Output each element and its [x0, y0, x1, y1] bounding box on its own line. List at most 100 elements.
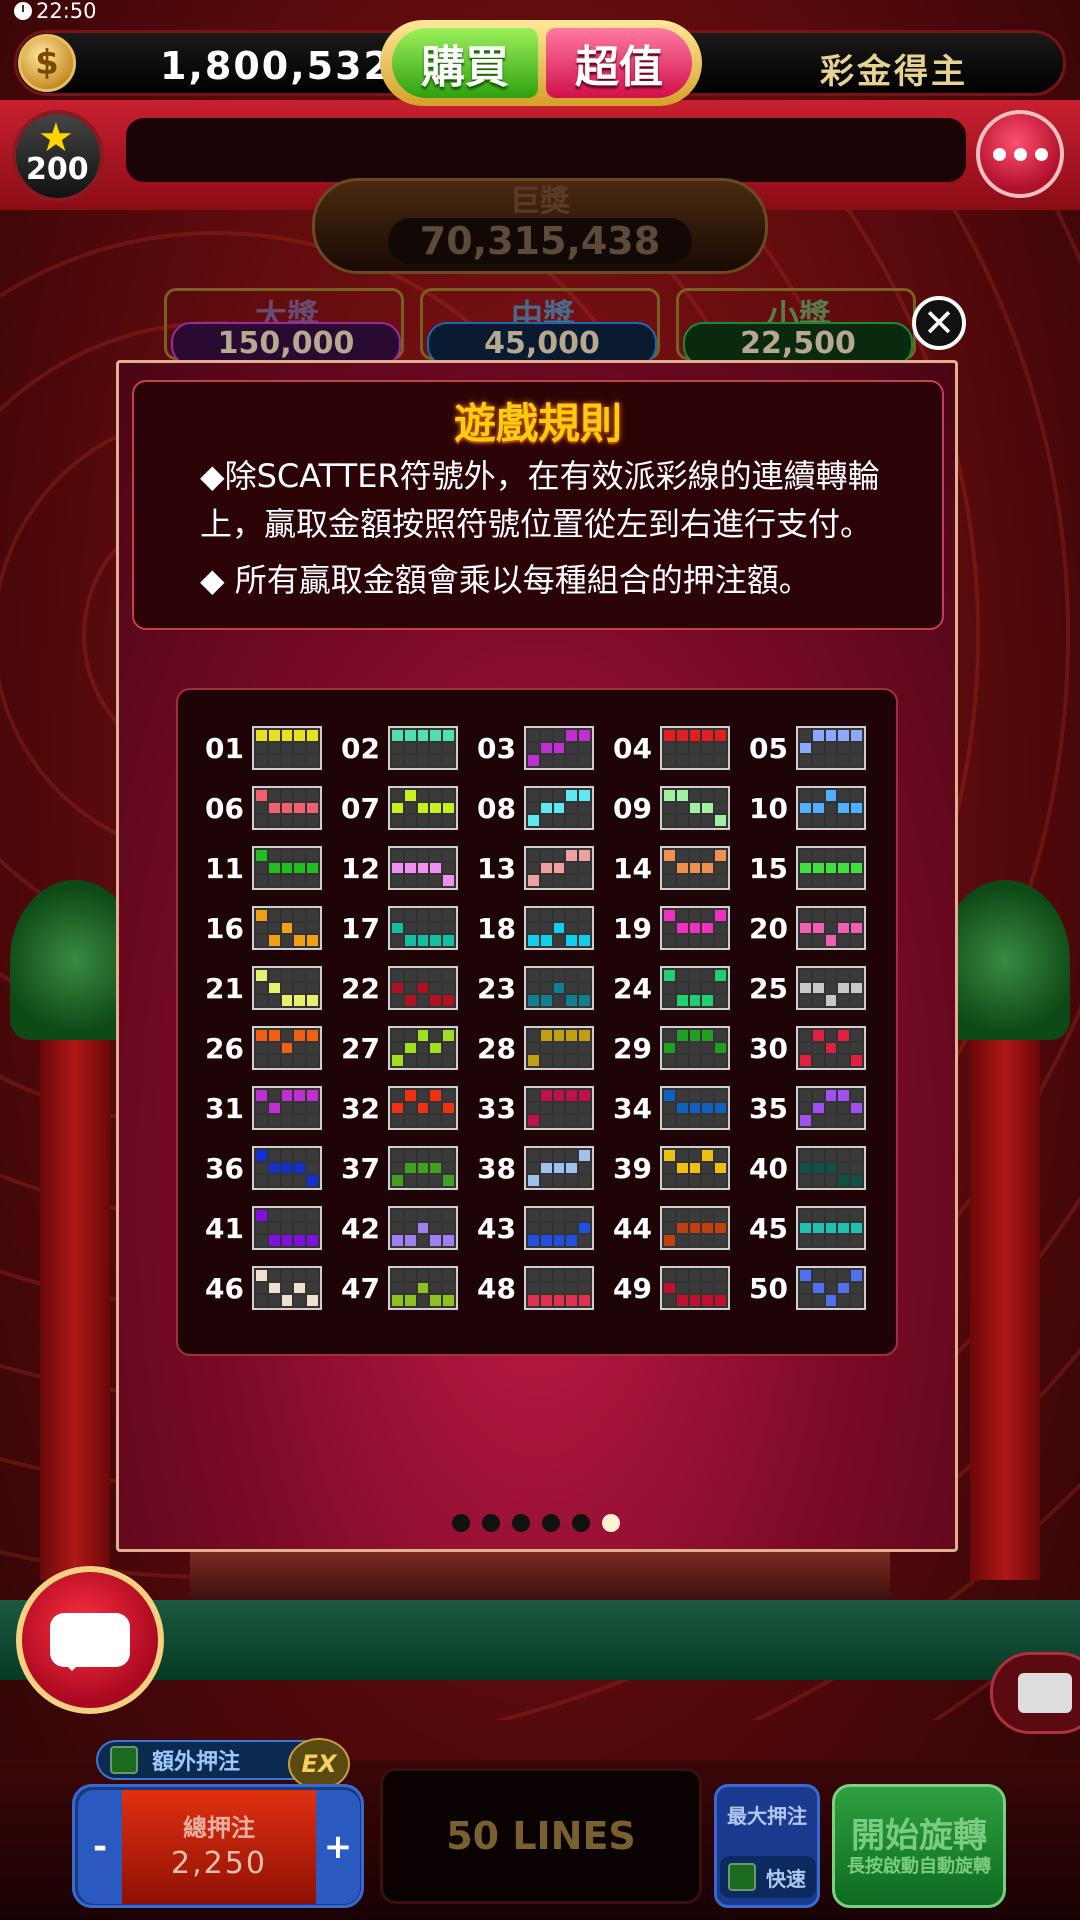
payline-cell	[664, 742, 675, 754]
payline-cell	[404, 875, 416, 886]
payline-cell	[812, 1175, 824, 1186]
lines-display: 50 LINES	[380, 1768, 702, 1904]
payline-cell	[566, 935, 578, 946]
payline-cell	[307, 802, 318, 814]
page-dot[interactable]	[482, 1514, 500, 1532]
payline-cell	[404, 1055, 416, 1066]
payline-cell	[838, 1090, 850, 1101]
payline-cell	[566, 1090, 578, 1101]
payline-cell	[838, 1030, 850, 1041]
increase-bet-button[interactable]: +	[316, 1790, 360, 1904]
payline-cell	[812, 1150, 824, 1161]
payline-item: 50	[740, 1266, 866, 1310]
payline-item: 36	[196, 1146, 322, 1190]
payline-item: 12	[332, 846, 458, 890]
payline-cell	[528, 970, 539, 981]
coin-icon[interactable]: $	[18, 34, 76, 92]
payline-cell	[528, 1055, 539, 1066]
payline-cell	[430, 995, 442, 1006]
payline-cell	[838, 755, 850, 766]
payline-cell	[294, 730, 306, 741]
payline-cell	[825, 1115, 837, 1126]
jackpot-winners-link[interactable]: 彩金得主	[820, 44, 968, 93]
payline-cell	[417, 1102, 429, 1114]
buy-button[interactable]: 購買	[392, 28, 538, 98]
payline-cell	[540, 815, 552, 826]
payline-cell	[404, 1090, 416, 1101]
payline-cell	[579, 790, 590, 801]
payline-cell	[540, 1210, 552, 1221]
payline-diagram	[252, 786, 322, 830]
decrease-bet-button[interactable]: -	[78, 1790, 122, 1904]
payline-cell	[702, 1270, 714, 1281]
chat-button[interactable]	[16, 1566, 164, 1714]
payline-cell	[851, 910, 862, 921]
payline-cell	[443, 862, 454, 874]
payline-cell	[566, 995, 578, 1006]
payline-cell	[676, 1210, 688, 1221]
payline-cell	[256, 995, 267, 1006]
payline-cell	[307, 1222, 318, 1234]
payline-cell	[256, 935, 267, 946]
payline-cell	[307, 1115, 318, 1126]
payline-cell	[417, 1282, 429, 1294]
payline-cell	[404, 1210, 416, 1221]
payline-number: 06	[205, 791, 244, 825]
payline-number: 50	[749, 1271, 788, 1305]
news-ticker	[126, 118, 966, 182]
payline-cell	[294, 1270, 306, 1281]
payline-cell	[294, 1222, 306, 1234]
payline-cell	[294, 875, 306, 886]
payline-cell	[702, 1175, 714, 1186]
payline-cell	[689, 742, 701, 754]
payline-cell	[392, 935, 403, 946]
payline-cell	[689, 790, 701, 801]
payline-cell	[715, 850, 726, 861]
payline-cell	[268, 1270, 280, 1281]
payline-cell	[825, 1090, 837, 1101]
payline-cell	[702, 1295, 714, 1306]
payline-cell	[851, 1235, 862, 1246]
payline-cell	[404, 995, 416, 1006]
page-dot[interactable]	[512, 1514, 530, 1532]
page-dot[interactable]	[572, 1514, 590, 1532]
payline-cell	[307, 910, 318, 921]
page-dot[interactable]	[452, 1514, 470, 1532]
payline-cell	[812, 815, 824, 826]
payline-cell	[268, 1102, 280, 1114]
close-button[interactable]: ✕	[912, 296, 966, 350]
page-dot[interactable]	[602, 1514, 620, 1532]
page-indicator	[452, 1514, 620, 1532]
payline-item: 01	[196, 726, 322, 770]
payline-cell	[417, 1222, 429, 1234]
payline-cell	[417, 1055, 429, 1066]
payline-number: 30	[749, 1031, 788, 1065]
payline-cell	[392, 1295, 403, 1306]
payline-cell	[702, 755, 714, 766]
value-deal-button[interactable]: 超值	[546, 28, 692, 98]
payline-item: 41	[196, 1206, 322, 1250]
payline-cell	[256, 755, 267, 766]
payline-cell	[528, 755, 539, 766]
page-dot[interactable]	[542, 1514, 560, 1532]
payline-cell	[702, 1090, 714, 1101]
payline-cell	[676, 970, 688, 981]
payline-cell	[851, 1270, 862, 1281]
fast-toggle[interactable]: 快速	[720, 1856, 816, 1898]
bag-button[interactable]	[990, 1652, 1080, 1734]
payline-cell	[392, 1235, 403, 1246]
more-menu-button[interactable]	[976, 110, 1064, 198]
payline-cell	[430, 802, 442, 814]
payline-number: 47	[341, 1271, 380, 1305]
payline-cell	[281, 1282, 293, 1294]
payline-number: 46	[205, 1271, 244, 1305]
payline-diagram	[660, 846, 730, 890]
payline-cell	[676, 730, 688, 741]
payline-cell	[417, 742, 429, 754]
payline-cell	[825, 1270, 837, 1281]
payline-cell	[281, 1162, 293, 1174]
payline-cell	[256, 1270, 267, 1281]
payline-cell	[800, 982, 811, 994]
payline-cell	[851, 1042, 862, 1054]
payline-cell	[566, 1150, 578, 1161]
